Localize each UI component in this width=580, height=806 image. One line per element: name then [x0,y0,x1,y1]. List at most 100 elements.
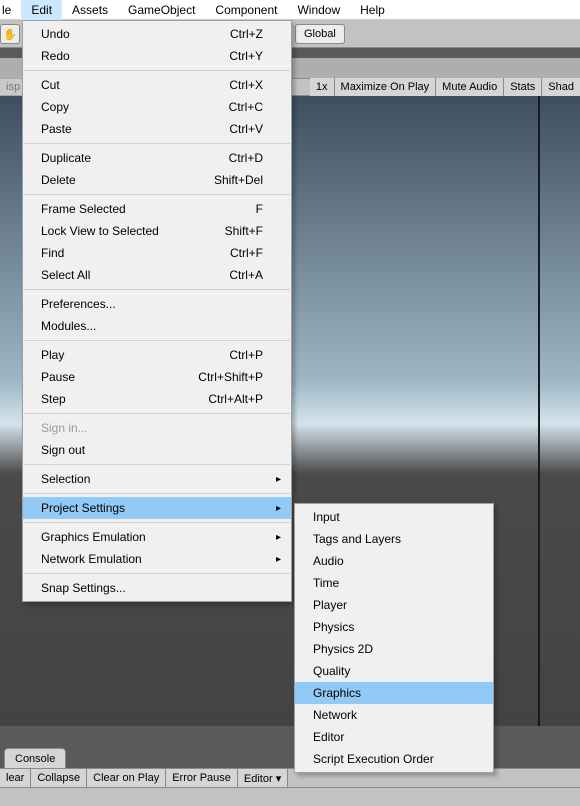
project-settings-item-tags-and-layers[interactable]: Tags and Layers [295,528,493,550]
edit-menu-item-label: Copy [41,100,189,114]
console-btn-clear-on-play[interactable]: Clear on Play [87,769,166,787]
edit-menu-item-play[interactable]: PlayCtrl+P [23,344,291,366]
project-settings-item-player[interactable]: Player [295,594,493,616]
submenu-arrow-icon: ▸ [276,503,281,514]
submenu-arrow-icon: ▸ [276,474,281,485]
project-settings-item-physics[interactable]: Physics [295,616,493,638]
edit-menu-item-separator [24,289,290,290]
edit-menu-item-label: Pause [41,370,158,384]
edit-menu-item-lock-view-to-selected[interactable]: Lock View to Selected Shift+F [23,220,291,242]
project-settings-item-input[interactable]: Input [295,506,493,528]
menubar: leEditAssetsGameObjectComponentWindowHel… [0,0,580,20]
project-settings-item-label: Editor [313,730,465,744]
project-settings-item-label: Script Execution Order [313,752,465,766]
project-settings-item-quality[interactable]: Quality [295,660,493,682]
edit-menu-item-delete[interactable]: DeleteShift+Del [23,169,291,191]
project-settings-item-label: Audio [313,554,465,568]
edit-menu-item-label: Duplicate [41,151,189,165]
edit-menu-item-label: Cut [41,78,189,92]
tool-hand-icon[interactable]: ✋ [0,24,20,44]
project-settings-item-script-execution-order[interactable]: Script Execution Order [295,748,493,770]
edit-menu-item-label: Sign in... [41,421,263,435]
edit-menu-item-shortcut: Ctrl+A [229,268,263,282]
edit-menu-item-label: Project Settings [41,501,263,515]
project-settings-item-editor[interactable]: Editor [295,726,493,748]
edit-menu-item-separator [24,522,290,523]
edit-menu-item-frame-selected[interactable]: Frame Selected F [23,198,291,220]
edit-menu-item-label: Network Emulation [41,552,263,566]
submenu-arrow-icon: ▸ [276,532,281,543]
edit-menu-item-separator [24,413,290,414]
edit-menu-item-cut[interactable]: Cut Ctrl+X [23,74,291,96]
edit-menu-item-redo[interactable]: RedoCtrl+Y [23,45,291,67]
edit-menu-item-shortcut: Shift+F [225,224,263,238]
console-btn-error-pause[interactable]: Error Pause [166,769,238,787]
project-settings-item-label: Quality [313,664,465,678]
gizmo-global-toggle[interactable]: Global [295,24,345,44]
project-settings-item-label: Network [313,708,465,722]
console-btn-lear[interactable]: lear [0,769,31,787]
edit-menu-item-paste[interactable]: Paste Ctrl+V [23,118,291,140]
edit-menu-item-shortcut: Ctrl+V [229,122,263,136]
edit-menu-item-sign-in: Sign in... [23,417,291,439]
console-btn-collapse[interactable]: Collapse [31,769,87,787]
edit-menu-item-label: Find [41,246,190,260]
submenu-arrow-icon: ▸ [276,554,281,565]
edit-menu-item-project-settings[interactable]: Project Settings ▸ [23,497,291,519]
edit-menu-item-preferences[interactable]: Preferences... [23,293,291,315]
project-settings-item-audio[interactable]: Audio [295,550,493,572]
project-settings-item-label: Tags and Layers [313,532,465,546]
project-settings-item-label: Input [313,510,465,524]
edit-menu-item-label: Undo [41,27,190,41]
edit-menu-item-label: Selection [41,472,263,486]
edit-menu-item-shortcut: Ctrl+Alt+P [208,392,263,406]
project-settings-item-physics-2d[interactable]: Physics 2D [295,638,493,660]
scale-label: 1x [310,78,335,96]
project-settings-item-network[interactable]: Network [295,704,493,726]
edit-menu-item-copy[interactable]: Copy Ctrl+C [23,96,291,118]
edit-menu-item-label: Redo [41,49,189,63]
edit-menu-item-network-emulation[interactable]: Network Emulation ▸ [23,548,291,570]
edit-menu-item-duplicate[interactable]: DuplicateCtrl+D [23,147,291,169]
project-settings-item-time[interactable]: Time [295,572,493,594]
console-tab[interactable]: Console [4,748,66,768]
edit-menu-item-label: Lock View to Selected [41,224,185,238]
edit-menu-item-pause[interactable]: PauseCtrl+Shift+P [23,366,291,388]
stats-button[interactable]: Stats [504,78,542,96]
project-settings-item-graphics[interactable]: Graphics [295,682,493,704]
shading-dropdown[interactable]: Shad [542,78,580,96]
edit-menu-item-label: Frame Selected [41,202,216,216]
edit-menu-item-find[interactable]: FindCtrl+F [23,242,291,264]
menubar-item-component[interactable]: Component [205,0,287,20]
maximize-on-play-button[interactable]: Maximize On Play [335,78,437,96]
menubar-item-le[interactable]: le [0,0,21,20]
edit-menu-item-sign-out[interactable]: Sign out [23,439,291,461]
edit-menu-item-select-all[interactable]: Select All Ctrl+A [23,264,291,286]
edit-menu-item-selection[interactable]: Selection ▸ [23,468,291,490]
edit-menu-item-label: Graphics Emulation [41,530,263,544]
edit-menu-item-label: Sign out [41,443,263,457]
edit-menu-item-snap-settings[interactable]: Snap Settings... [23,577,291,599]
edit-menu-item-label: Paste [41,122,189,136]
menubar-item-assets[interactable]: Assets [62,0,118,20]
edit-menu-item-shortcut: Ctrl+Z [230,27,263,41]
project-settings-item-label: Player [313,598,465,612]
edit-menu-item-separator [24,464,290,465]
edit-menu-item-label: Select All [41,268,189,282]
edit-menu-item-label: Preferences... [41,297,263,311]
menubar-item-edit[interactable]: Edit [21,0,62,20]
menubar-item-window[interactable]: Window [287,0,350,20]
edit-menu-item-graphics-emulation[interactable]: Graphics Emulation ▸ [23,526,291,548]
console-btn-editor[interactable]: Editor ▾ [238,769,288,787]
edit-menu-item-label: Modules... [41,319,263,333]
mute-audio-button[interactable]: Mute Audio [436,78,504,96]
edit-menu-item-modules[interactable]: Modules... [23,315,291,337]
edit-menu-item-undo[interactable]: Undo Ctrl+Z [23,23,291,45]
edit-menu-item-shortcut: F [256,202,263,216]
edit-menu-item-step[interactable]: StepCtrl+Alt+P [23,388,291,410]
menubar-item-gameobject[interactable]: GameObject [118,0,205,20]
edit-menu-item-shortcut: Ctrl+X [229,78,263,92]
viewport-divider[interactable] [538,96,540,726]
edit-menu-item-shortcut: Ctrl+C [229,100,263,114]
menubar-item-help[interactable]: Help [350,0,395,20]
